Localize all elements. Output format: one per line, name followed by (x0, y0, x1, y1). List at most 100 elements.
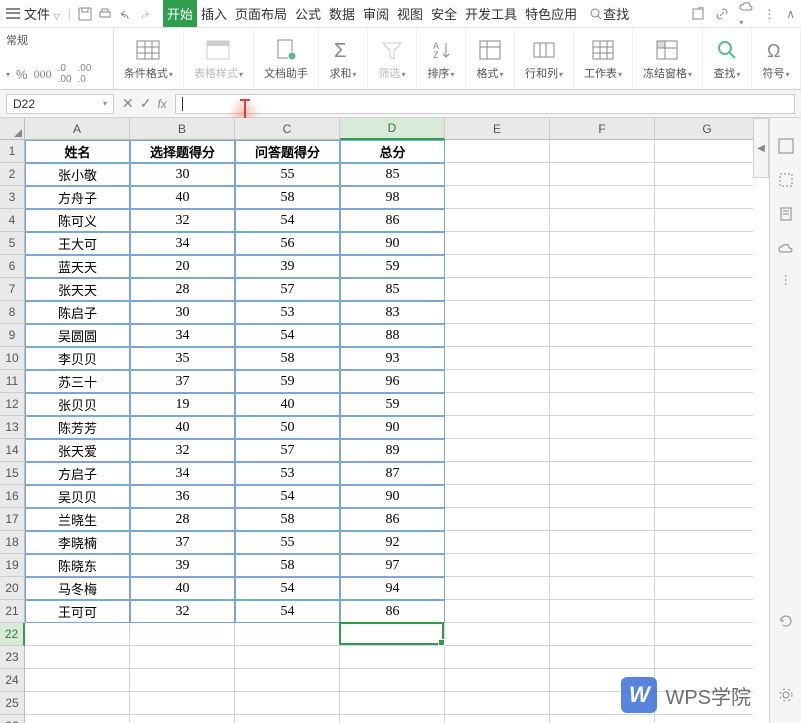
cell-D6[interactable]: 59 (340, 255, 445, 278)
cell-B19[interactable]: 39 (130, 554, 235, 577)
cell-B4[interactable]: 32 (130, 209, 235, 232)
cell-B26[interactable] (130, 715, 235, 723)
cell-C6[interactable]: 39 (235, 255, 340, 278)
cell-E20[interactable] (445, 577, 550, 600)
cell-B16[interactable]: 36 (130, 485, 235, 508)
cell-C4[interactable]: 54 (235, 209, 340, 232)
row-head-26[interactable]: 26 (0, 715, 25, 723)
cell-E10[interactable] (445, 347, 550, 370)
ribbon-工作表[interactable]: 工作表▾ (574, 28, 633, 89)
cell-B8[interactable]: 30 (130, 301, 235, 324)
cell-B23[interactable] (130, 646, 235, 669)
confirm-formula-icon[interactable]: ✓ (140, 95, 152, 112)
save-icon[interactable] (77, 6, 93, 22)
cell-D15[interactable]: 87 (340, 462, 445, 485)
cell-A12[interactable]: 张贝贝 (25, 393, 130, 416)
row-head-19[interactable]: 19 (0, 554, 25, 577)
cell-F12[interactable] (550, 393, 655, 416)
cell-G20[interactable] (655, 577, 753, 600)
cell-E6[interactable] (445, 255, 550, 278)
cell-G15[interactable] (655, 462, 753, 485)
cloud-icon[interactable]: ▾ (739, 0, 753, 28)
name-box[interactable]: D22▾ (6, 94, 114, 114)
side-backup-icon[interactable] (778, 240, 794, 256)
cell-B9[interactable]: 34 (130, 324, 235, 347)
cell-D8[interactable]: 83 (340, 301, 445, 324)
cell-C14[interactable]: 57 (235, 439, 340, 462)
cell-F17[interactable] (550, 508, 655, 531)
side-analysis-icon[interactable] (778, 138, 794, 154)
cell-C13[interactable]: 50 (235, 416, 340, 439)
cell-G18[interactable] (655, 531, 753, 554)
cell-A9[interactable]: 吴圆圆 (25, 324, 130, 347)
ribbon-行和列[interactable]: 行和列▾ (515, 28, 574, 89)
cell-G12[interactable] (655, 393, 753, 416)
cell-A16[interactable]: 吴贝贝 (25, 485, 130, 508)
cell-C9[interactable]: 54 (235, 324, 340, 347)
col-head-G[interactable]: G (655, 118, 753, 140)
cell-A26[interactable] (25, 715, 130, 723)
cell-G7[interactable] (655, 278, 753, 301)
cell-A18[interactable]: 李晓楠 (25, 531, 130, 554)
cell-B18[interactable]: 37 (130, 531, 235, 554)
cell-A3[interactable]: 方舟子 (25, 186, 130, 209)
col-head-A[interactable]: A (25, 118, 130, 140)
col-head-D[interactable]: D (340, 118, 445, 140)
tab-7[interactable]: 安全 (427, 0, 461, 27)
cell-G8[interactable] (655, 301, 753, 324)
row-head-25[interactable]: 25 (0, 692, 25, 715)
row-head-24[interactable]: 24 (0, 669, 25, 692)
cell-A11[interactable]: 苏三十 (25, 370, 130, 393)
tab-5[interactable]: 审阅 (359, 0, 393, 27)
cell-E26[interactable] (445, 715, 550, 723)
side-refresh-icon[interactable] (778, 613, 794, 629)
cell-E12[interactable] (445, 393, 550, 416)
row-head-9[interactable]: 9 (0, 324, 25, 347)
cell-C15[interactable]: 53 (235, 462, 340, 485)
cell-G14[interactable] (655, 439, 753, 462)
cell-F18[interactable] (550, 531, 655, 554)
ribbon-排序[interactable]: AZ排序▾ (417, 28, 466, 89)
cell-C18[interactable]: 55 (235, 531, 340, 554)
row-head-16[interactable]: 16 (0, 485, 25, 508)
more-icon[interactable]: ⋮ (763, 7, 776, 21)
cell-C22[interactable] (235, 623, 340, 646)
cell-G1[interactable] (655, 140, 753, 163)
cell-D13[interactable]: 90 (340, 416, 445, 439)
cell-F19[interactable] (550, 554, 655, 577)
ribbon-表格样式[interactable]: 表格样式▾ (184, 28, 254, 89)
file-menu[interactable]: 文件 ▽ (24, 4, 60, 23)
row-head-23[interactable]: 23 (0, 646, 25, 669)
cell-C16[interactable]: 54 (235, 485, 340, 508)
cell-G22[interactable] (655, 623, 753, 646)
cancel-formula-icon[interactable]: ✕ (122, 95, 134, 112)
cell-B6[interactable]: 20 (130, 255, 235, 278)
comma-icon[interactable]: 000 (34, 67, 52, 82)
cell-G21[interactable] (655, 600, 753, 623)
cell-F9[interactable] (550, 324, 655, 347)
row-head-13[interactable]: 13 (0, 416, 25, 439)
cell-A22[interactable] (25, 623, 130, 646)
cell-F1[interactable] (550, 140, 655, 163)
increase-decimal-icon[interactable]: .0.00 (58, 63, 72, 85)
cell-F8[interactable] (550, 301, 655, 324)
cell-D12[interactable]: 59 (340, 393, 445, 416)
cell-C11[interactable]: 59 (235, 370, 340, 393)
cell-D14[interactable]: 89 (340, 439, 445, 462)
cell-A13[interactable]: 陈芳芳 (25, 416, 130, 439)
cell-B12[interactable]: 19 (130, 393, 235, 416)
cell-A2[interactable]: 张小敬 (25, 163, 130, 186)
cell-B24[interactable] (130, 669, 235, 692)
cell-F14[interactable] (550, 439, 655, 462)
row-head-6[interactable]: 6 (0, 255, 25, 278)
cell-E25[interactable] (445, 692, 550, 715)
formula-input[interactable] (175, 94, 795, 114)
cell-A25[interactable] (25, 692, 130, 715)
cell-D1[interactable]: 总分 (340, 140, 445, 163)
cell-C2[interactable]: 55 (235, 163, 340, 186)
cell-B20[interactable]: 40 (130, 577, 235, 600)
tab-9[interactable]: 特色应用 (521, 0, 581, 27)
cell-A23[interactable] (25, 646, 130, 669)
cell-E3[interactable] (445, 186, 550, 209)
cell-A20[interactable]: 马冬梅 (25, 577, 130, 600)
